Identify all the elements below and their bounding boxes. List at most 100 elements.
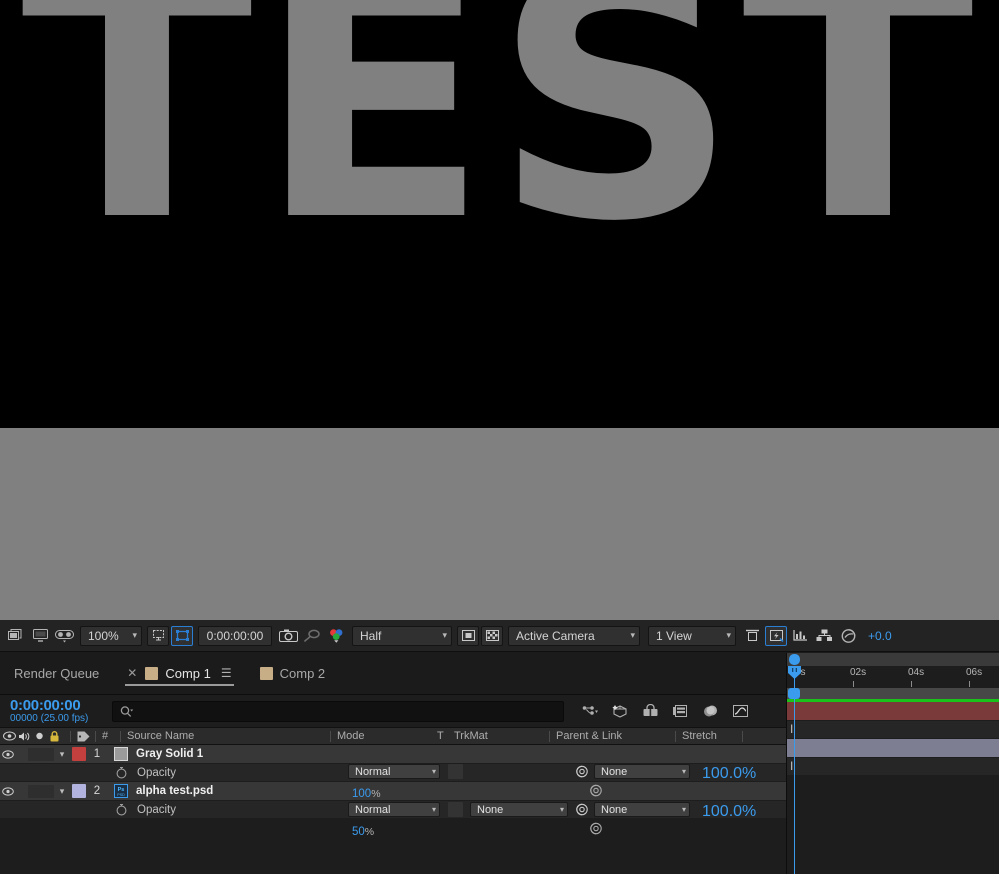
timeline-flowchart-icon[interactable] [788, 624, 812, 648]
gray-solid-layer-fill [0, 428, 999, 620]
mode-value: Normal [355, 765, 391, 778]
time-ruler[interactable]: 0s 02s 04s 06s [787, 666, 999, 688]
keyframe-nav-icon[interactable]: I [790, 723, 793, 735]
views-select[interactable]: 1 View ▾ [648, 625, 736, 646]
tab-comp-1[interactable]: ✕ Comp 1 ☰ [113, 652, 245, 694]
layer-audio-toggle[interactable] [15, 782, 28, 801]
keyframe-nav-icon[interactable]: I [790, 760, 793, 772]
magnification-select[interactable]: 100% ▾ [80, 625, 142, 646]
motion-blur-icon[interactable] [670, 701, 690, 721]
chevron-down-icon[interactable]: ▾ [54, 749, 70, 760]
layer-duration-bar[interactable] [787, 739, 999, 758]
layer-parent-select[interactable]: None ▾ [594, 764, 690, 779]
keyframe-track[interactable]: I [787, 758, 999, 776]
panel-menu-icon[interactable]: ☰ [221, 666, 232, 680]
layer-label-swatch[interactable] [72, 784, 86, 798]
layer-trkmat-select[interactable]: None ▾ [470, 802, 568, 817]
close-icon[interactable]: ✕ [127, 666, 137, 680]
t-column-header[interactable]: T [437, 730, 450, 742]
tab-render-queue[interactable]: Render Queue [0, 652, 113, 694]
exposure-icon[interactable] [836, 624, 860, 648]
stopwatch-icon[interactable] [115, 803, 128, 816]
layer-solo-toggle[interactable] [28, 745, 41, 764]
work-area-bar[interactable] [787, 688, 999, 699]
layer-solo-toggle[interactable] [28, 782, 41, 801]
layer-stretch-value[interactable]: 100.0% [702, 803, 756, 821]
property-pick-whip[interactable] [589, 822, 603, 840]
psd-icon: Ps PSD [113, 784, 128, 799]
column-divider [742, 730, 743, 742]
ruler-tick-label: 02s [850, 667, 867, 678]
layer-stretch-value[interactable]: 100.0% [702, 765, 756, 783]
parent-link-column-header[interactable]: Parent & Link [550, 730, 675, 742]
exposure-value[interactable]: +0.0 [868, 629, 892, 643]
viewer-timecode[interactable]: 0:00:00:00 [198, 625, 272, 646]
layer-t-toggle[interactable] [448, 802, 463, 817]
layer-lock-toggle[interactable] [41, 745, 54, 764]
timeline-graph-area[interactable]: 0s 02s 04s 06s I I [786, 653, 999, 874]
layer-video-toggle[interactable] [0, 786, 15, 796]
property-pick-whip[interactable] [589, 784, 603, 802]
playhead-handle[interactable] [788, 666, 801, 679]
view-start-handle[interactable] [789, 654, 800, 665]
parent-pick-whip[interactable] [575, 803, 589, 821]
layer-t-toggle[interactable] [448, 764, 463, 779]
tab-comp-2[interactable]: Comp 2 [246, 652, 340, 694]
layer-audio-toggle[interactable] [15, 745, 28, 764]
chevron-down-icon: ▾ [132, 630, 137, 640]
source-name-column-header[interactable]: Source Name [121, 730, 330, 742]
opacity-value-group[interactable]: 100% [352, 784, 381, 802]
opacity-unit: % [364, 826, 375, 838]
video-toggle-icon [2, 731, 17, 741]
magnification-value: 100% [88, 628, 119, 643]
fast-previews-icon[interactable] [765, 625, 787, 646]
trkmat-column-header[interactable]: TrkMat [450, 730, 549, 742]
composition-viewer[interactable]: TEST [0, 0, 999, 620]
layer-label-swatch[interactable] [72, 747, 86, 761]
time-view-bar[interactable] [787, 653, 999, 666]
always-preview-icon[interactable] [4, 624, 28, 648]
draft-3d-icon[interactable] [580, 701, 600, 721]
resolution-select[interactable]: Half ▾ [352, 625, 452, 646]
main-viewer-icon[interactable] [28, 624, 52, 648]
opacity-value: 50 [352, 826, 365, 838]
brainstorm-icon[interactable] [700, 701, 720, 721]
current-time-display[interactable]: 0:00:00:00 00000 (25.00 fps) [4, 698, 104, 725]
chevron-down-icon: ▾ [431, 805, 436, 814]
channel-rgb-icon[interactable] [324, 624, 348, 648]
stretch-column-header[interactable]: Stretch [676, 730, 742, 742]
views-value: 1 View [656, 628, 692, 643]
opacity-value: 100 [352, 788, 372, 800]
stopwatch-icon[interactable] [115, 766, 128, 779]
frame-blending-icon[interactable] [640, 701, 660, 721]
graph-editor-icon[interactable] [730, 701, 750, 721]
chevron-down-icon: ▾ [630, 630, 635, 640]
layer-parent-select[interactable]: None ▾ [594, 802, 690, 817]
mode-column-header[interactable]: Mode [331, 730, 437, 742]
layer-duration-bar[interactable] [787, 702, 999, 721]
region-of-interest-icon[interactable] [147, 625, 169, 646]
layer-track-area[interactable]: I I [787, 702, 999, 874]
layer-mode-select[interactable]: Normal ▾ [348, 764, 440, 779]
pixel-aspect-correction-icon[interactable] [52, 624, 76, 648]
toggle-mask-icon[interactable] [171, 625, 193, 646]
layer-mode-select[interactable]: Normal ▾ [348, 802, 440, 817]
label-column-header[interactable] [71, 731, 95, 742]
chevron-down-icon[interactable]: ▾ [54, 786, 70, 797]
camera-select[interactable]: Active Camera ▾ [508, 625, 640, 646]
keyframe-track[interactable]: I [787, 721, 999, 739]
opacity-value-group[interactable]: 50% [352, 822, 374, 840]
camera-icon[interactable] [276, 624, 300, 648]
transparency-grid-icon[interactable] [481, 625, 503, 646]
region-of-interest-toggle-icon[interactable] [457, 625, 479, 646]
flowchart-view-icon[interactable] [812, 624, 836, 648]
parent-pick-whip[interactable] [575, 765, 589, 783]
layer-video-toggle[interactable] [0, 749, 15, 759]
layer-lock-toggle[interactable] [41, 782, 54, 801]
grid-guides-icon[interactable] [740, 624, 764, 648]
hide-shy-layers-icon[interactable] [610, 701, 630, 721]
show-snapshot-icon[interactable] [300, 624, 324, 648]
search-input[interactable] [112, 700, 564, 722]
number-column-header[interactable]: # [96, 730, 120, 742]
playhead-line[interactable] [794, 666, 795, 874]
